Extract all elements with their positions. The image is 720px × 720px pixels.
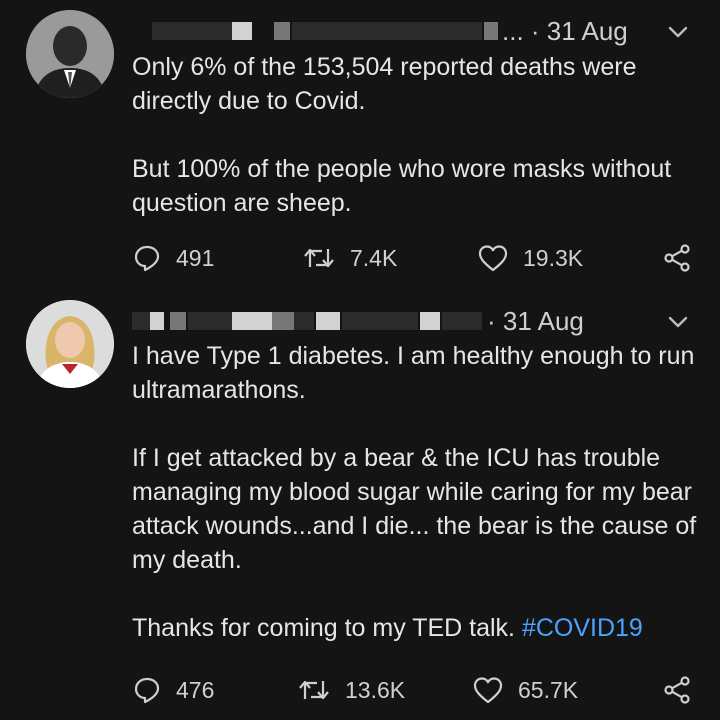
redacted-author-handle	[316, 312, 340, 330]
like-button[interactable]: 65.7K	[472, 670, 578, 710]
tweet-header: · 31 Aug	[132, 302, 700, 338]
tweet-date[interactable]: · 31 Aug	[487, 306, 584, 337]
avatar[interactable]	[26, 300, 114, 388]
redacted-author-name	[274, 22, 290, 40]
tweet[interactable]: · 31 Aug I have Type 1 diabetes. I am he…	[0, 290, 720, 720]
retweet-button[interactable]: 13.6K	[297, 670, 405, 710]
tweet-paragraph: I have Type 1 diabetes. I am healthy eno…	[132, 342, 695, 404]
reply-icon	[134, 245, 160, 272]
hashtag-link[interactable]: #COVID19	[522, 614, 643, 642]
like-button[interactable]: 19.3K	[477, 238, 583, 278]
tweet-header: ... · 31 Aug	[132, 12, 700, 48]
redacted-author-handle	[294, 312, 314, 330]
tweet-text-segment: Thanks for coming to my TED talk.	[132, 614, 522, 642]
tweet-text: Only 6% of the 153,504 reported deaths w…	[132, 50, 702, 220]
tweet-paragraph: But 100% of the people who wore masks wi…	[132, 155, 672, 217]
reply-button[interactable]: 491	[132, 238, 214, 278]
like-count: 65.7K	[518, 676, 579, 703]
redacted-author-handle	[484, 22, 498, 40]
chevron-down-icon[interactable]	[664, 308, 692, 336]
reply-count: 476	[176, 676, 215, 703]
redacted-author-name	[272, 312, 294, 330]
tweet-paragraph: Only 6% of the 153,504 reported deaths w…	[132, 53, 637, 115]
chevron-down-icon[interactable]	[664, 18, 692, 46]
redacted-author-name	[170, 312, 186, 330]
heart-icon	[473, 677, 503, 704]
tweet[interactable]: ... · 31 Aug Only 6% of the 153,504 repo…	[0, 0, 720, 290]
redacted-author-name	[232, 312, 272, 330]
heart-icon	[478, 245, 508, 272]
retweet-button[interactable]: 7.4K	[302, 238, 397, 278]
tweet-actions: 491 7.4K 19.3K	[132, 238, 702, 278]
reply-icon	[134, 677, 160, 704]
tweet-date[interactable]: ... · 31 Aug	[502, 16, 628, 47]
redacted-author-name	[152, 22, 232, 40]
retweet-count: 13.6K	[345, 676, 406, 703]
retweet-icon	[304, 248, 334, 268]
redacted-author-handle	[292, 22, 482, 40]
avatar[interactable]	[26, 10, 114, 98]
redacted-author-name	[232, 22, 252, 40]
share-icon	[664, 676, 690, 704]
avatar-image	[26, 10, 114, 98]
share-icon	[664, 244, 690, 272]
tweet-paragraph: Thanks for coming to my TED talk. #COVID…	[132, 611, 702, 645]
tweet-actions: 476 13.6K 65.7K	[132, 670, 702, 710]
share-button[interactable]	[662, 670, 692, 710]
tweet-text: I have Type 1 diabetes. I am healthy eno…	[132, 339, 702, 645]
reply-count: 491	[176, 244, 215, 271]
retweet-count: 7.4K	[350, 244, 398, 271]
redacted-author-handle	[420, 312, 440, 330]
retweet-icon	[299, 680, 329, 700]
tweet-paragraph: If I get attacked by a bear & the ICU ha…	[132, 444, 697, 574]
redacted-author-name	[132, 312, 150, 330]
redacted-author-name	[188, 312, 232, 330]
avatar-image	[26, 300, 114, 388]
reply-button[interactable]: 476	[132, 670, 214, 710]
like-count: 19.3K	[523, 244, 584, 271]
share-button[interactable]	[662, 238, 692, 278]
redacted-author-handle	[342, 312, 418, 330]
redacted-author-name	[150, 312, 164, 330]
redacted-author-handle	[442, 312, 482, 330]
